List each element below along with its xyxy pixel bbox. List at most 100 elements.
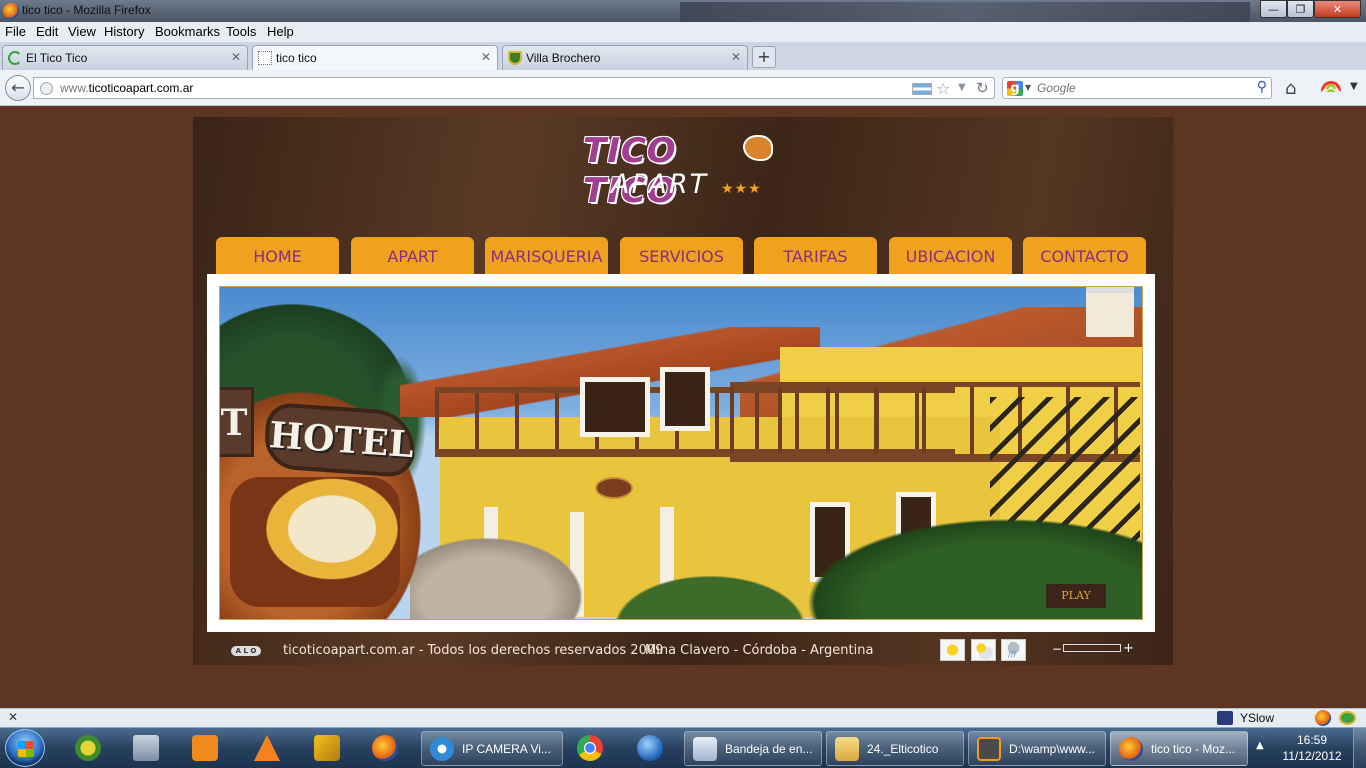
qgis-icon — [75, 735, 101, 761]
tab-close-icon[interactable]: ✕ — [481, 50, 491, 64]
volume-slider[interactable] — [1063, 644, 1121, 652]
site-footer: A L O ticoticoapart.com.ar - Todos los d… — [193, 639, 1173, 665]
firefox-icon — [3, 3, 19, 19]
firefox-addon-icon[interactable] — [1315, 710, 1331, 726]
bookmark-star-icon[interactable]: ☆ — [936, 79, 950, 98]
titlebar-blurred-area — [680, 2, 1250, 22]
site-logo[interactable]: TICO TICO APART ★★★ — [583, 131, 783, 211]
pinned-google-earth[interactable] — [626, 731, 674, 766]
close-window-button[interactable]: ✕ — [1314, 0, 1361, 18]
bird-icon — [743, 135, 773, 161]
play-button[interactable]: PLAY — [1046, 584, 1106, 608]
addon-bar: ✕ YSlow — [0, 708, 1366, 727]
search-icon[interactable]: ⚲ — [1257, 79, 1267, 95]
globe-addon-icon[interactable] — [1339, 711, 1356, 725]
sun-icon[interactable] — [940, 639, 965, 661]
pinned-app-3[interactable] — [181, 731, 229, 766]
rating-stars: ★★★ — [721, 181, 762, 197]
google-earth-icon — [637, 735, 663, 761]
show-desktop-button[interactable] — [1353, 728, 1366, 768]
url-text[interactable]: www.ticoticoapart.com.ar — [60, 81, 193, 95]
url-bar[interactable]: www.ticoticoapart.com.ar ☆ ▼ ↻ — [33, 77, 995, 99]
sublime-icon — [977, 737, 1001, 761]
clock-time: 16:59 — [1296, 733, 1328, 747]
task-label: 24._Elticotico — [867, 742, 939, 756]
taskbar-firefox[interactable]: tico tico - Moz... — [1110, 731, 1248, 766]
search-input[interactable] — [1037, 81, 1237, 95]
taskbar-bandeja[interactable]: Bandeja de en... — [684, 731, 822, 766]
task-label: D:\wamp\www... — [1009, 742, 1096, 756]
rain-icon[interactable] — [1001, 639, 1026, 661]
tab-label: Villa Brochero — [526, 51, 601, 65]
maximize-button[interactable]: ❐ — [1287, 0, 1314, 18]
loading-icon — [8, 51, 22, 65]
pinned-app-1[interactable] — [64, 731, 112, 766]
pinned-chrome[interactable] — [566, 731, 614, 766]
partly-cloudy-icon[interactable] — [971, 639, 996, 661]
menu-bookmarks[interactable]: Bookmarks — [155, 24, 220, 39]
tab-el-tico-tico[interactable]: El Tico Tico ✕ — [2, 45, 248, 70]
back-button[interactable]: ← — [5, 75, 31, 101]
menu-view[interactable]: View — [68, 24, 96, 39]
google-icon[interactable]: g — [1007, 81, 1023, 96]
nav-contacto[interactable]: CONTACTO — [1023, 237, 1146, 275]
menu-bar: File Edit View History Bookmarks Tools H… — [0, 22, 1366, 42]
chimney — [1086, 287, 1134, 337]
alo-badge[interactable]: A L O — [231, 646, 261, 656]
search-engine-dropdown-icon[interactable]: ▼ — [1025, 83, 1031, 92]
tab-label: tico tico — [276, 51, 317, 65]
tab-villa-brochero[interactable]: Villa Brochero ✕ — [502, 45, 748, 70]
url-dropdown-icon[interactable]: ▼ — [958, 82, 966, 93]
taskbar-sublime[interactable]: D:\wamp\www... — [968, 731, 1106, 766]
nav-marisqueria[interactable]: MARISQUERIA — [485, 237, 608, 275]
menu-file[interactable]: File — [5, 24, 26, 39]
taskbar-folder[interactable]: 24._Elticotico — [826, 731, 964, 766]
tab-label: El Tico Tico — [26, 51, 88, 65]
page-content: TICO TICO APART ★★★ HOME APART MARISQUER… — [0, 106, 1366, 708]
winamp-icon — [314, 735, 340, 761]
yslow-icon[interactable] — [1217, 711, 1233, 725]
sign-artwork — [230, 477, 400, 607]
yslow-label[interactable]: YSlow — [1240, 711, 1274, 725]
scanner-icon — [133, 735, 159, 761]
minimize-button[interactable]: — — [1260, 0, 1287, 18]
start-button[interactable] — [5, 729, 45, 767]
taskbar-ip-camera[interactable]: IP CAMERA Vi... — [421, 731, 563, 766]
nav-ubicacion[interactable]: UBICACION — [889, 237, 1012, 275]
show-hidden-icons-button[interactable]: ▲ — [1256, 740, 1264, 751]
clock[interactable]: 16:59 11/12/2012 — [1280, 732, 1344, 764]
pinned-app-6[interactable] — [361, 731, 409, 766]
mail-icon — [693, 737, 717, 761]
pinned-app-4[interactable] — [243, 731, 291, 766]
tab-close-icon[interactable]: ✕ — [231, 50, 241, 64]
volume-down-button[interactable]: − — [1052, 642, 1062, 656]
tab-close-icon[interactable]: ✕ — [731, 50, 741, 64]
tab-tico-tico[interactable]: tico tico ✕ — [252, 45, 498, 70]
search-bar[interactable]: g ▼ ⚲ — [1002, 77, 1272, 99]
folder-icon — [835, 737, 859, 761]
nav-home[interactable]: HOME — [216, 237, 339, 275]
blank-page-icon — [258, 51, 272, 65]
nav-servicios[interactable]: SERVICIOS — [620, 237, 743, 275]
pinned-app-2[interactable] — [122, 731, 170, 766]
reload-icon[interactable]: ↻ — [976, 79, 989, 97]
toolbar-menu-dropdown-icon[interactable]: ▼ — [1350, 81, 1358, 92]
new-tab-button[interactable]: + — [752, 46, 776, 68]
menu-history[interactable]: History — [104, 24, 144, 39]
pinned-app-5[interactable] — [303, 731, 351, 766]
home-icon[interactable]: ⌂ — [1285, 78, 1296, 99]
hotel-photo: T HOTEL PLAY — [219, 286, 1143, 620]
nav-tarifas[interactable]: TARIFAS — [754, 237, 877, 275]
nav-apart[interactable]: APART — [351, 237, 474, 275]
logo-sub-text: APART — [611, 169, 709, 200]
rocks — [410, 527, 600, 619]
close-addon-bar-icon[interactable]: ✕ — [8, 710, 18, 724]
menu-help[interactable]: Help — [267, 24, 294, 39]
menu-tools[interactable]: Tools — [226, 24, 256, 39]
window-title: tico tico - Mozilla Firefox — [22, 3, 151, 17]
rainbow-addon-icon[interactable] — [1321, 81, 1341, 92]
tab-bar: El Tico Tico ✕ tico tico ✕ Villa Brocher… — [0, 42, 1366, 70]
menu-edit[interactable]: Edit — [36, 24, 58, 39]
volume-up-button[interactable]: + — [1123, 641, 1134, 656]
vlc-icon — [254, 735, 280, 761]
